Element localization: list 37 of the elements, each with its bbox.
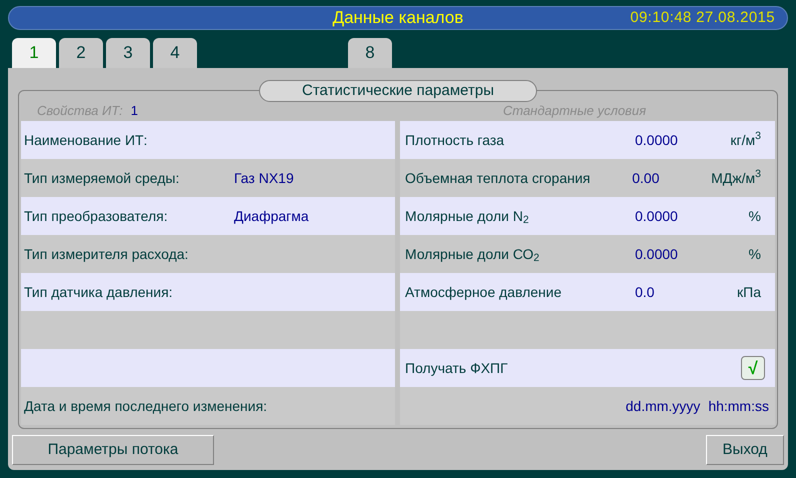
date-value: dd.mm.yyyy (626, 396, 700, 416)
unit-label: кг/м$^{3}$ (729, 130, 762, 150)
row-label: Тип датчика давления: (24, 282, 174, 302)
row-value: Газ NX19 (234, 168, 294, 188)
param-value: 0.00 (632, 168, 660, 188)
checkbox-label: Получать ФХПГ (405, 358, 509, 378)
row-label: Тип измеряемой среды: (24, 168, 180, 188)
row-label: Наименование ИТ: (24, 130, 148, 150)
unit-label: % (748, 206, 762, 226)
param-value: 0.0000 (635, 130, 679, 150)
tab[interactable]: 3 (106, 38, 150, 68)
unit-label: МДж/м$^{3}$ (711, 168, 762, 188)
time-value: hh:mm:ss (708, 396, 769, 416)
tab[interactable]: 8 (348, 38, 392, 68)
flow-parameters-button[interactable]: Параметры потока (12, 435, 214, 465)
row-label: Тип измерителя расхода: (24, 244, 190, 264)
param-label: Молярные доли N$_{2}$ (405, 206, 530, 226)
row-value: Диафрагма (234, 206, 309, 226)
tab[interactable]: 2 (59, 38, 103, 68)
unit-label: кПа (736, 282, 762, 302)
param-label: Объемная теплота сгорания (405, 168, 592, 188)
clock-text: 09:10:48 27.08.2015 (630, 8, 775, 28)
tab[interactable]: 1 (12, 38, 56, 68)
param-value: 0.0000 (635, 244, 679, 264)
param-value: 0.0 (635, 282, 656, 302)
row-label: Дата и время последнего изменения: (24, 396, 268, 416)
param-label: Молярные доли СО$_{2}$ (405, 244, 540, 264)
caption-value: 1 (130, 102, 138, 120)
group-title: Статистические параметры (259, 80, 537, 102)
exit-button[interactable]: Выход (706, 435, 784, 465)
param-value: 0.0000 (635, 206, 679, 226)
row-label: Тип преобразователя: (24, 206, 169, 226)
tab[interactable]: 4 (153, 38, 197, 68)
unit-label: % (748, 244, 762, 264)
param-label: Плотность газа (405, 130, 506, 150)
window-title: Данные каналов (332, 7, 464, 30)
param-label: Атмосферное давление (405, 282, 563, 302)
